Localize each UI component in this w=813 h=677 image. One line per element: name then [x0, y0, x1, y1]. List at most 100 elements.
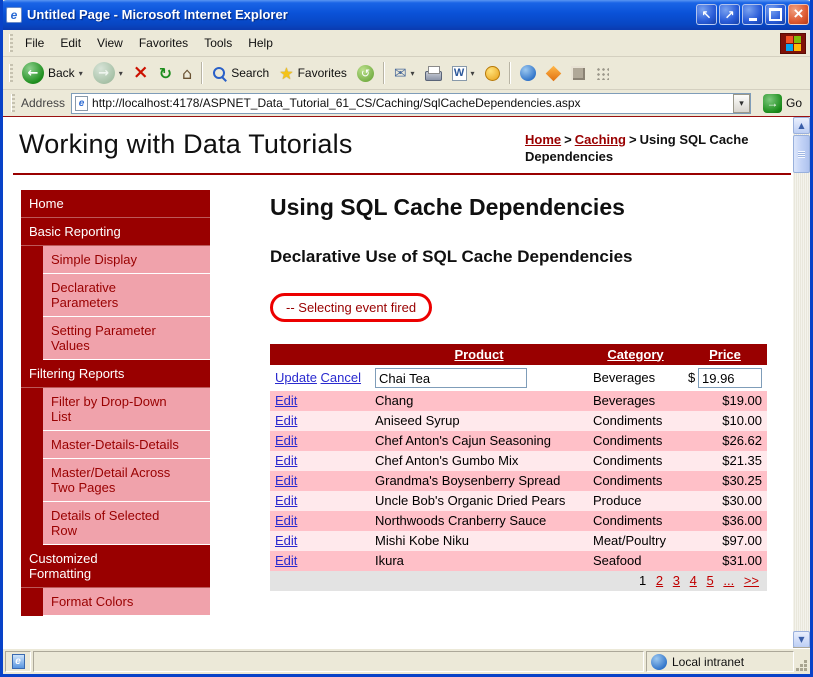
status-icon-panel — [5, 651, 31, 672]
close-button[interactable] — [788, 4, 809, 25]
toolbar-grip[interactable] — [11, 94, 15, 112]
breadcrumb-caching-link[interactable]: Caching — [575, 132, 626, 147]
sidebar-item-master-details-details[interactable]: Master-Details-Details — [43, 431, 210, 459]
product-edit-input[interactable] — [375, 368, 527, 388]
word-icon — [451, 65, 467, 81]
product-sort-link[interactable]: Product — [454, 347, 503, 362]
pager-page-link[interactable]: 2 — [656, 573, 663, 588]
edit-link[interactable]: Edit — [275, 513, 297, 528]
edit-link[interactable]: Edit — [275, 473, 297, 488]
pager-page-link[interactable]: 3 — [673, 573, 680, 588]
edit-link[interactable]: Edit — [275, 433, 297, 448]
sidebar-item-details-of-selected-row[interactable]: Details of Selected Row — [43, 502, 210, 545]
home-button[interactable] — [177, 61, 197, 86]
titlebar[interactable]: Untitled Page - Microsoft Internet Explo… — [3, 0, 810, 30]
sidebar-item-format-colors[interactable]: Format Colors — [43, 588, 210, 616]
update-link[interactable]: Update — [275, 370, 317, 385]
menu-tools[interactable]: Tools — [196, 32, 240, 54]
scrollbar-thumb[interactable] — [793, 135, 810, 173]
breadcrumb-home-link[interactable]: Home — [525, 132, 561, 147]
address-dropdown-button[interactable] — [732, 93, 750, 113]
windows-logo-icon — [780, 32, 806, 54]
stop-button[interactable] — [128, 61, 154, 85]
menu-file[interactable]: File — [17, 32, 52, 54]
favorites-button[interactable]: Favorites — [274, 61, 352, 86]
search-button[interactable]: Search — [207, 63, 274, 84]
mail-icon — [394, 64, 407, 82]
menu-edit[interactable]: Edit — [52, 32, 89, 54]
move-window-left-button[interactable] — [696, 4, 717, 25]
forward-icon — [92, 62, 115, 84]
sidebar-item-simple-display[interactable]: Simple Display — [43, 246, 210, 274]
menu-favorites[interactable]: Favorites — [131, 32, 196, 54]
forward-dropdown-icon[interactable] — [119, 69, 123, 78]
messenger-button[interactable] — [480, 63, 505, 84]
forward-button[interactable] — [88, 59, 128, 87]
mail-button[interactable] — [389, 61, 420, 85]
sidebar-item-home[interactable]: Home — [21, 190, 210, 218]
web-tool-button-1[interactable] — [515, 62, 541, 84]
sidebar-section-filtering-reports[interactable]: Filtering Reports — [21, 360, 210, 388]
scroll-up-button[interactable] — [793, 117, 810, 134]
product-column-header: Product — [370, 344, 588, 365]
move-window-right-button[interactable] — [719, 4, 740, 25]
cancel-link[interactable]: Cancel — [321, 370, 361, 385]
edit-link[interactable]: Edit — [275, 393, 297, 408]
print-icon — [424, 66, 442, 81]
edit-with-word-button[interactable] — [447, 63, 480, 84]
status-bar: Local intranet — [3, 648, 810, 674]
category-sort-link[interactable]: Category — [607, 347, 663, 362]
toolbar-grip[interactable] — [9, 64, 13, 82]
resize-grip[interactable] — [794, 651, 808, 672]
price-sort-link[interactable]: Price — [709, 347, 741, 362]
back-label: Back — [48, 66, 75, 80]
price-cell: $31.00 — [683, 551, 767, 571]
pager-next-link[interactable]: >> — [744, 573, 759, 588]
go-button[interactable]: Go — [759, 92, 806, 115]
sidebar-item-declarative-parameters[interactable]: Declarative Parameters — [43, 274, 210, 317]
pager-page-link[interactable]: 5 — [706, 573, 713, 588]
web-tool-button-3[interactable] — [566, 63, 590, 83]
site-header: Working with Data Tutorials Home > Caching… — [13, 125, 793, 165]
web-tool-button-2[interactable] — [541, 63, 566, 84]
scrollbar-track[interactable] — [793, 134, 810, 631]
pager-page-link[interactable]: 4 — [690, 573, 697, 588]
sidebar-item-master-detail-two-pages[interactable]: Master/Detail Across Two Pages — [43, 459, 210, 502]
toolbar-grip[interactable] — [9, 34, 13, 52]
edit-link[interactable]: Edit — [275, 553, 297, 568]
refresh-button[interactable] — [154, 61, 177, 86]
building-icon — [570, 66, 585, 80]
vertical-scrollbar[interactable] — [793, 117, 810, 648]
edit-dropdown-icon[interactable] — [471, 69, 475, 78]
maximize-button[interactable] — [765, 4, 786, 25]
edit-link[interactable]: Edit — [275, 533, 297, 548]
grid-icon — [594, 66, 609, 80]
go-label: Go — [785, 96, 802, 110]
history-button[interactable] — [352, 62, 379, 85]
menu-help[interactable]: Help — [240, 32, 281, 54]
minimize-button[interactable] — [742, 4, 763, 25]
mail-dropdown-icon[interactable] — [411, 69, 415, 78]
browser-viewport: Working with Data Tutorials Home > Caching… — [3, 117, 810, 648]
price-cell: $21.35 — [683, 451, 767, 471]
menu-view[interactable]: View — [89, 32, 131, 54]
pager-ellipsis-link[interactable]: ... — [723, 573, 734, 588]
lightning-icon — [545, 65, 561, 81]
category-cell: Produce — [588, 491, 683, 511]
sidebar-item-setting-parameter-values[interactable]: Setting Parameter Values — [43, 317, 210, 360]
address-input[interactable] — [92, 94, 733, 112]
price-edit-input[interactable] — [698, 368, 762, 388]
scroll-down-button[interactable] — [793, 631, 810, 648]
edit-link[interactable]: Edit — [275, 413, 297, 428]
product-cell: Chef Anton's Cajun Seasoning — [370, 431, 588, 451]
sidebar-section-customized-formatting[interactable]: Customized Formatting — [21, 545, 210, 588]
edit-link[interactable]: Edit — [275, 453, 297, 468]
web-tool-button-4[interactable] — [590, 63, 614, 83]
print-button[interactable] — [420, 63, 447, 83]
back-dropdown-icon[interactable] — [79, 69, 83, 78]
sidebar-item-filter-by-dropdown-list[interactable]: Filter by Drop-Down List — [43, 388, 210, 431]
edit-link[interactable]: Edit — [275, 493, 297, 508]
sidebar-section-basic-reporting[interactable]: Basic Reporting — [21, 218, 210, 246]
table-row: Edit Aniseed Syrup Condiments $10.00 — [270, 411, 767, 431]
back-button[interactable]: Back — [17, 59, 88, 87]
